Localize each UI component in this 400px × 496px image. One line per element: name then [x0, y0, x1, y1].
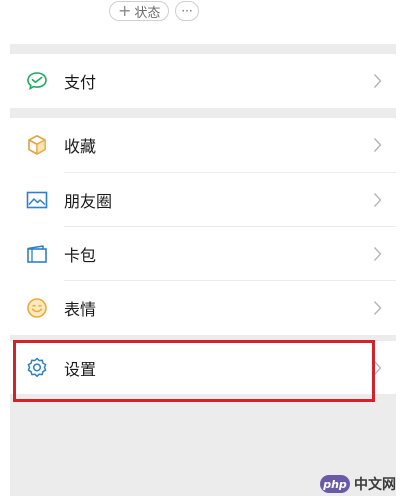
watermark: php 中文网 [320, 474, 396, 494]
more-icon: ··· [181, 4, 193, 18]
chevron-right-icon [372, 72, 382, 90]
wechat-pay-icon [24, 68, 50, 94]
plus-icon: + [118, 1, 132, 20]
status-button[interactable]: + 状态 [109, 1, 170, 21]
menu-item-label: 收藏 [64, 137, 97, 156]
chevron-right-icon [372, 191, 382, 209]
menu-item-stickers[interactable]: 表情 [10, 281, 396, 335]
menu-item-pay[interactable]: 支付 [10, 54, 396, 108]
chevron-right-icon [372, 136, 382, 154]
menu-item-moments[interactable]: 朋友圈 [10, 173, 396, 227]
wallet-icon [24, 241, 50, 267]
status-label: 状态 [134, 5, 161, 21]
me-page: + 状态 ··· 支付 收藏 朋友圈 卡包 表情 设置 [10, 0, 396, 496]
image-icon [24, 187, 50, 213]
more-button[interactable]: ··· [175, 1, 199, 21]
profile-strip: + 状态 ··· [10, 0, 396, 44]
cube-icon [24, 132, 50, 158]
menu-item-label: 支付 [64, 73, 97, 92]
menu-item-favorites[interactable]: 收藏 [10, 118, 396, 172]
php-logo: php [320, 475, 350, 493]
menu-item-label: 卡包 [64, 246, 97, 265]
highlight-box [13, 340, 375, 402]
chevron-right-icon [372, 299, 382, 317]
smiley-icon [24, 295, 50, 321]
menu-item-label: 表情 [64, 300, 97, 319]
menu-item-cards[interactable]: 卡包 [10, 227, 396, 281]
watermark-text: 中文网 [354, 477, 396, 493]
section-divider [10, 108, 396, 118]
chevron-right-icon [372, 245, 382, 263]
section-divider [10, 44, 396, 54]
menu-item-label: 朋友圈 [64, 192, 113, 211]
